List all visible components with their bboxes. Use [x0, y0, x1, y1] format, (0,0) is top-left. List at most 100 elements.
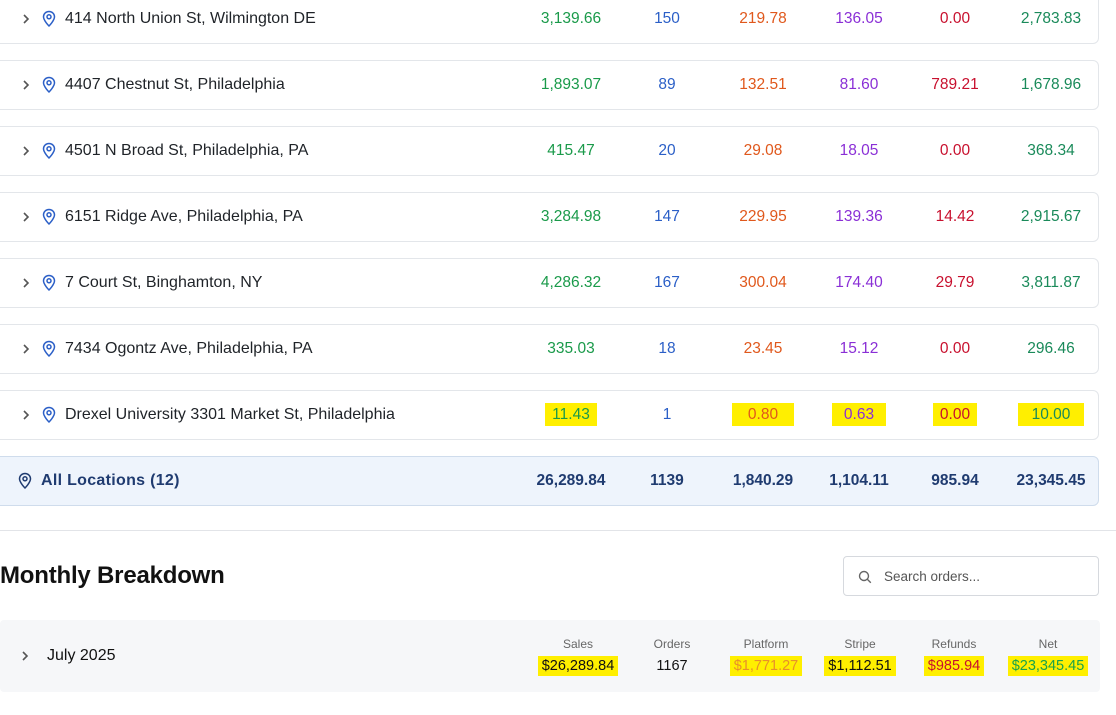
map-pin-icon — [42, 208, 56, 226]
total-stripe: 1,104.11 — [829, 472, 889, 489]
location-row[interactable]: Drexel University 3301 Market St, Philad… — [0, 390, 1099, 440]
platform-fee-value: 219.78 — [739, 10, 787, 27]
all-locations-total-row[interactable]: All Locations (12) 26,289.84 1139 1,840.… — [0, 456, 1099, 506]
sales-value: 3,139.66 — [540, 10, 602, 27]
month-stripe-value: $1,112.51 — [824, 656, 896, 676]
map-pin-icon — [42, 274, 56, 292]
chevron-right-icon[interactable] — [19, 144, 33, 158]
month-label: July 2025 — [47, 647, 116, 664]
highlighted-platform: 0.80 — [731, 403, 795, 426]
refunds-value: 14.42 — [935, 208, 975, 225]
month-row[interactable]: July 2025 Sales $26,289.84 Orders 1167 P… — [0, 620, 1100, 692]
month-orders-value: 1167 — [656, 658, 688, 674]
location-row[interactable]: 7434 Ogontz Ave, Philadelphia, PA 335.03… — [0, 324, 1099, 374]
stripe-fee-value: 174.40 — [835, 274, 883, 291]
chevron-right-icon[interactable] — [19, 12, 33, 26]
refunds-value: 0.00 — [939, 142, 971, 159]
location-row[interactable]: 4407 Chestnut St, Philadelphia 1,893.07 … — [0, 60, 1099, 110]
net-value: 10.00 — [1001, 391, 1101, 439]
location-row[interactable]: 4501 N Broad St, Philadelphia, PA 415.47… — [0, 126, 1099, 176]
highlighted-net: 10.00 — [1017, 403, 1085, 426]
platform-fee-value: 229.95 — [739, 208, 787, 225]
map-pin-icon — [42, 10, 56, 28]
net-value: 296.46 — [1027, 340, 1075, 357]
location-address: 7434 Ogontz Ave, Philadelphia, PA — [65, 340, 313, 357]
net-value: 3,811.87 — [1021, 274, 1081, 291]
location-address: 414 North Union St, Wilmington DE — [65, 10, 316, 27]
map-pin-icon — [42, 142, 56, 160]
stripe-fee-value: 18.05 — [839, 142, 879, 159]
net-label: Net — [1038, 637, 1058, 651]
sales-value: 3,284.98 — [540, 208, 602, 225]
location-row[interactable]: 414 North Union St, Wilmington DE 3,139.… — [0, 0, 1099, 44]
refunds-value: 29.79 — [935, 274, 975, 291]
sales-value: 4,286.32 — [540, 274, 602, 291]
stripe-label: Stripe — [844, 637, 876, 651]
total-net: 23,345.45 — [1016, 472, 1086, 489]
search-box[interactable] — [843, 556, 1099, 596]
highlighted-stripe: 0.63 — [831, 403, 887, 426]
orders-value: 150 — [654, 10, 680, 27]
stripe-fee-value: 15.12 — [839, 340, 879, 357]
search-orders-input[interactable] — [884, 557, 1090, 595]
orders-value: 89 — [658, 76, 676, 93]
location-address: 4501 N Broad St, Philadelphia, PA — [65, 142, 309, 159]
month-stripe: Stripe $1,112.51 — [810, 636, 910, 676]
month-platform-value: $1,771.27 — [729, 656, 803, 676]
chevron-right-icon[interactable] — [18, 649, 32, 663]
sales-label: Sales — [562, 637, 594, 651]
search-icon — [858, 570, 872, 584]
location-address: Drexel University 3301 Market St, Philad… — [65, 406, 395, 423]
net-value: 1,678.96 — [1020, 76, 1082, 93]
orders-value: 20 — [658, 142, 676, 159]
highlighted-refunds: 0.00 — [932, 403, 978, 426]
month-platform: Platform $1,771.27 — [716, 636, 816, 676]
total-orders: 1139 — [650, 472, 684, 489]
orders-value: 147 — [654, 208, 680, 225]
platform-fee-value: 132.51 — [739, 76, 787, 93]
chevron-right-icon[interactable] — [19, 78, 33, 92]
refunds-value: 0.00 — [939, 340, 971, 357]
stripe-fee-value: 136.05 — [835, 10, 883, 27]
platform-fee-value: 23.45 — [743, 340, 783, 357]
platform-fee-value: 0.80 — [713, 391, 813, 439]
stripe-fee-value: 81.60 — [839, 76, 879, 93]
all-locations-label: All Locations (12) — [41, 472, 180, 489]
orders-label: Orders — [653, 637, 691, 651]
sales-value: 1,893.07 — [540, 76, 602, 93]
chevron-right-icon[interactable] — [19, 210, 33, 224]
total-platform: 1,840.29 — [732, 472, 794, 489]
monthly-breakdown-title: Monthly Breakdown — [0, 562, 225, 589]
net-value: 368.34 — [1027, 142, 1075, 159]
map-pin-icon — [42, 340, 56, 358]
orders-value: 18 — [658, 340, 676, 357]
stripe-fee-value: 0.63 — [809, 391, 909, 439]
refunds-value: 0.00 — [939, 10, 971, 27]
sales-value: 11.43 — [521, 391, 621, 439]
location-address: 7 Court St, Binghamton, NY — [65, 274, 263, 291]
total-sales: 26,289.84 — [536, 472, 606, 489]
month-sales-value: $26,289.84 — [537, 656, 619, 676]
map-pin-icon — [18, 472, 32, 490]
location-row[interactable]: 6151 Ridge Ave, Philadelphia, PA 3,284.9… — [0, 192, 1099, 242]
sales-value: 415.47 — [547, 142, 595, 159]
orders-value: 167 — [654, 274, 680, 291]
chevron-right-icon[interactable] — [19, 342, 33, 356]
month-net-value: $23,345.45 — [1007, 656, 1089, 676]
map-pin-icon — [42, 406, 56, 424]
platform-fee-value: 300.04 — [739, 274, 787, 291]
month-refunds-value: $985.94 — [923, 656, 985, 676]
map-pin-icon — [42, 76, 56, 94]
net-value: 2,915.67 — [1020, 208, 1082, 225]
sales-value: 335.03 — [547, 340, 595, 357]
location-row[interactable]: 7 Court St, Binghamton, NY 4,286.32 167 … — [0, 258, 1099, 308]
chevron-right-icon[interactable] — [19, 408, 33, 422]
location-address: 6151 Ridge Ave, Philadelphia, PA — [65, 208, 303, 225]
month-sales: Sales $26,289.84 — [528, 636, 628, 676]
location-address: 4407 Chestnut St, Philadelphia — [65, 76, 285, 93]
chevron-right-icon[interactable] — [19, 276, 33, 290]
highlighted-sales: 11.43 — [545, 403, 597, 426]
section-divider — [0, 530, 1116, 531]
month-orders: Orders 1167 — [622, 636, 722, 676]
refunds-value: 789.21 — [931, 76, 979, 93]
